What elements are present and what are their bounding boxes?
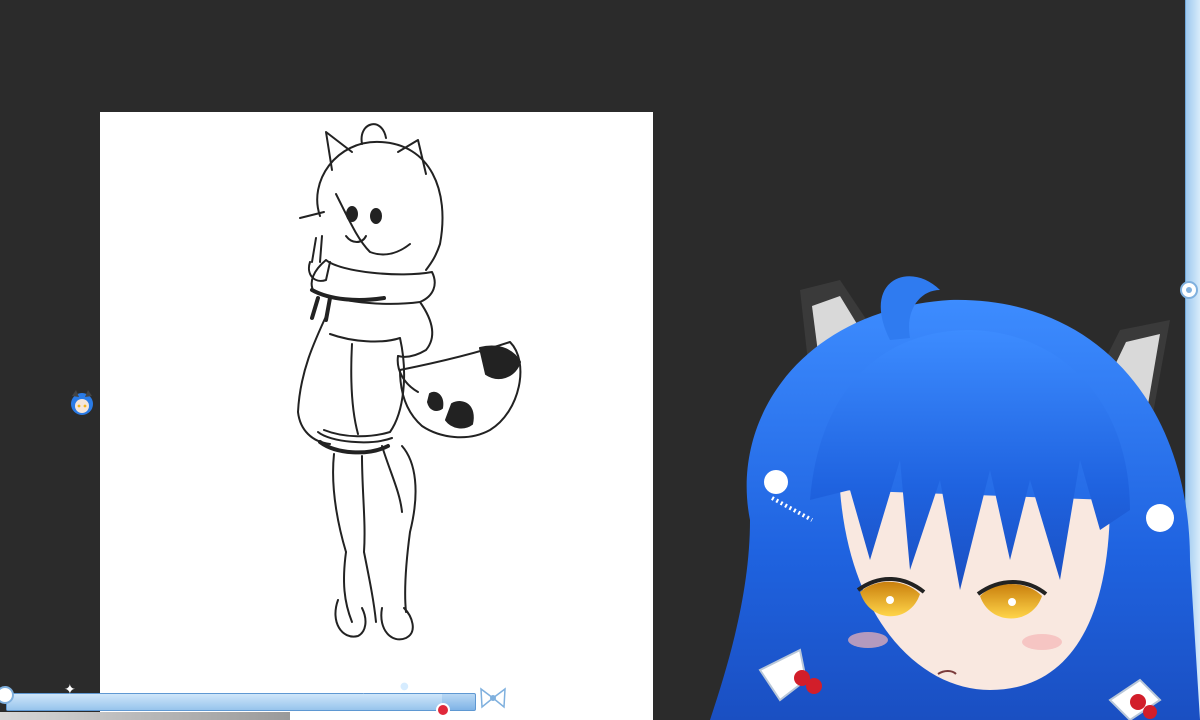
sparkle-icon: ✦ xyxy=(64,682,76,698)
vtuber-avatar xyxy=(710,276,1200,720)
sparkle-icon: ✦ xyxy=(358,682,370,698)
drawing-canvas[interactable] xyxy=(100,112,653,720)
timeline-track[interactable] xyxy=(6,693,476,711)
drawing-app-window: ✦ ✦ ● xyxy=(0,0,1200,720)
sketch-artwork xyxy=(297,123,522,641)
bottom-tray xyxy=(0,712,290,720)
timeline-thumb[interactable] xyxy=(436,703,451,717)
sparkle-icon: ● xyxy=(400,681,409,692)
chibi-avatar-icon[interactable] xyxy=(68,388,96,418)
ribbon-bow-icon xyxy=(480,687,506,709)
